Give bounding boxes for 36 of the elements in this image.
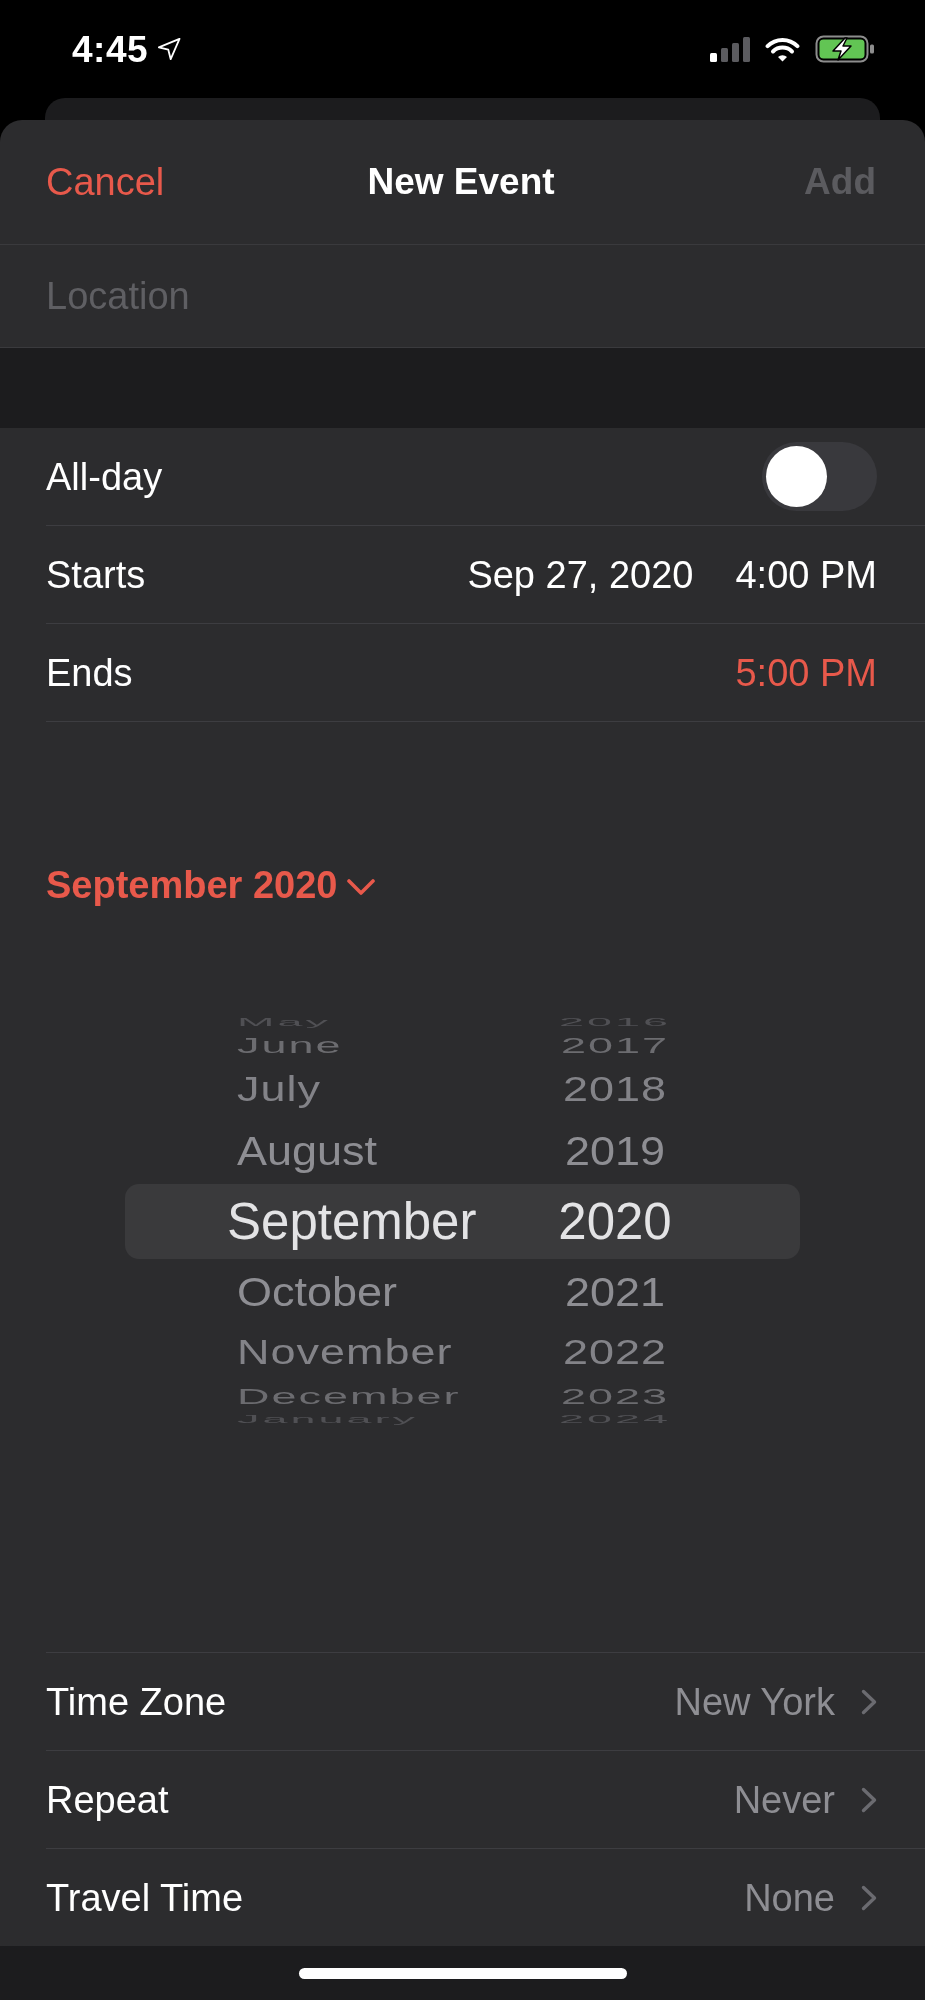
chevron-right-icon xyxy=(861,1884,877,1911)
row-label: Ends xyxy=(46,650,133,696)
row-label: Time Zone xyxy=(46,1679,227,1725)
row-value[interactable]: Never xyxy=(733,1776,835,1823)
location-arrow-icon xyxy=(158,38,182,60)
picker-month[interactable]: November xyxy=(237,1335,453,1370)
row-value[interactable]: None xyxy=(744,1874,835,1921)
sheet-title: New Event xyxy=(367,160,555,204)
date-time-value[interactable]: 4:00 PM xyxy=(735,551,877,598)
cancel-button[interactable]: Cancel xyxy=(46,159,165,205)
row-label: Starts xyxy=(46,552,146,598)
battery-charging-icon xyxy=(815,35,875,63)
picker-month[interactable]: August xyxy=(237,1129,378,1172)
picker-year[interactable]: 2023 xyxy=(560,1385,670,1408)
chevron-right-icon xyxy=(861,1786,877,1813)
picker-month[interactable]: October xyxy=(237,1270,398,1313)
picker-month[interactable]: June xyxy=(237,1034,343,1057)
picker-month[interactable]: December xyxy=(237,1385,461,1408)
wifi-icon xyxy=(765,36,800,62)
picker-month[interactable]: July xyxy=(237,1072,322,1107)
picker-year[interactable]: 2017 xyxy=(560,1034,670,1057)
picker-year[interactable]: 2021 xyxy=(564,1270,666,1313)
row-label: All-day xyxy=(46,454,163,500)
date-time-value[interactable]: 5:00 PM xyxy=(735,649,877,696)
row-label: Travel Time xyxy=(46,1875,244,1921)
signal-bars-icon xyxy=(710,36,750,62)
picker-year[interactable]: 2022 xyxy=(562,1335,668,1370)
picker-year[interactable]: 2020 xyxy=(558,1195,672,1247)
status-time: 4:45 xyxy=(72,30,149,68)
date-time-value[interactable]: Sep 27, 2020 xyxy=(467,551,694,598)
picker-year[interactable]: 2019 xyxy=(564,1129,666,1172)
row-label: Repeat xyxy=(46,1777,169,1823)
picker-year[interactable]: 2018 xyxy=(562,1072,668,1107)
row-value[interactable]: New York xyxy=(674,1678,835,1725)
chevron-right-icon xyxy=(861,1688,877,1715)
month-year-button[interactable]: September 2020 xyxy=(46,862,375,908)
